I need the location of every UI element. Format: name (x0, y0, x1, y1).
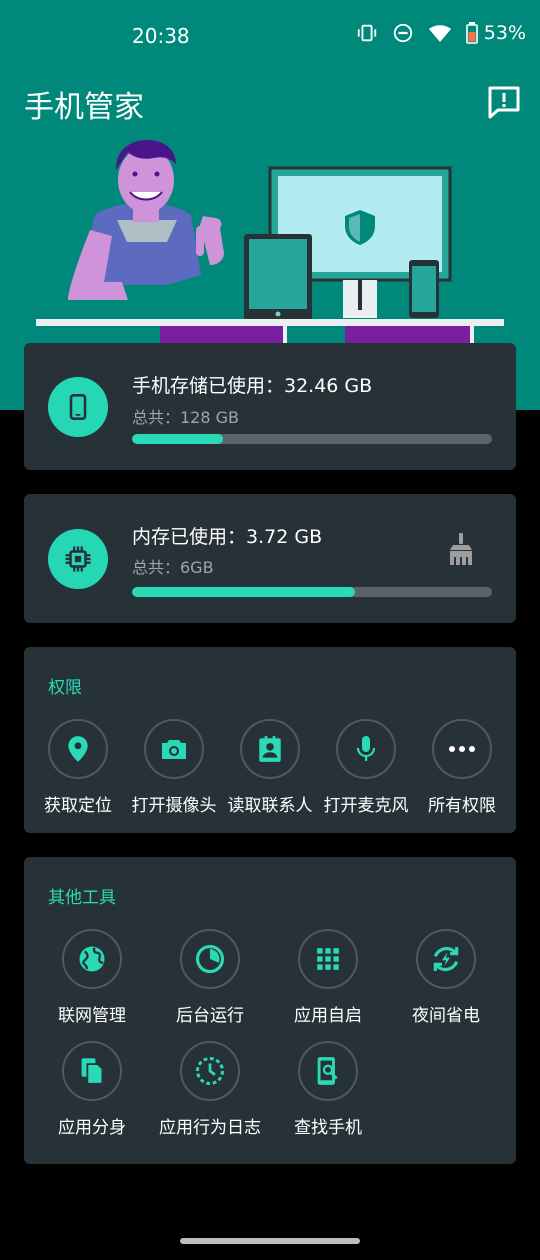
tools-title: 其他工具 (48, 888, 116, 908)
tool-network-ring (62, 929, 122, 989)
tool-find-phone[interactable]: 查找手机 (270, 1041, 386, 1138)
storage-used-title: 手机存储已使用：32.46 GB (132, 375, 373, 397)
phone-storage-icon (48, 377, 108, 437)
permission-label: 所有权限 (428, 796, 496, 816)
vibrate-icon (357, 24, 376, 42)
permission-label: 打开麦克风 (323, 796, 409, 816)
permission-all-ring (432, 719, 492, 779)
globe-icon (79, 946, 105, 972)
battery-percentage: 53% (483, 22, 526, 44)
memory-total: 总共：6GB (132, 558, 214, 577)
tool-label: 应用自启 (294, 1006, 362, 1026)
permission-location-ring (48, 719, 108, 779)
memory-used-title: 内存已使用：3.72 GB (132, 526, 323, 548)
tool-app-autostart[interactable]: 应用自启 (270, 929, 386, 1026)
tool-app-behavior-log[interactable]: 应用行为日志 (152, 1041, 268, 1138)
page-title: 手机管家 (24, 90, 144, 125)
tool-network-management[interactable]: 联网管理 (34, 929, 150, 1026)
permission-contacts-ring (240, 719, 300, 779)
broom-icon (450, 533, 472, 565)
tool-label: 联网管理 (58, 1006, 126, 1026)
permission-label: 读取联系人 (227, 796, 313, 816)
battery-icon (465, 22, 478, 44)
permissions-title: 权限 (48, 678, 82, 698)
permission-camera[interactable]: 打开摄像头 (124, 719, 224, 816)
storage-card[interactable]: 手机存储已使用：32.46 GB 总共：128 GB (24, 343, 516, 470)
permission-contacts[interactable]: 读取联系人 (220, 719, 320, 816)
wifi-icon (428, 25, 451, 42)
tool-app-clone[interactable]: 应用分身 (34, 1041, 150, 1138)
permission-microphone-ring (336, 719, 396, 779)
status-icons: 53% (356, 22, 526, 44)
status-bar: 20:38 53% (0, 0, 540, 72)
location-icon (68, 736, 88, 762)
other-tools-card: 其他工具 联网管理 后台运行 应用自启 夜间省电 应用分身 应用行为日志 查找手… (24, 857, 516, 1164)
storage-progress-fill (132, 434, 224, 444)
memory-card[interactable]: 内存已使用：3.72 GB 总共：6GB (24, 494, 516, 623)
tool-clone-ring (62, 1041, 122, 1101)
permission-location[interactable]: 获取定位 (24, 719, 132, 816)
tool-label: 应用分身 (58, 1118, 126, 1138)
camera-icon (162, 740, 186, 759)
permission-label: 打开摄像头 (131, 796, 217, 816)
tool-label: 夜间省电 (412, 1006, 480, 1026)
find-phone-icon (317, 1057, 338, 1085)
tool-background-running[interactable]: 后台运行 (152, 929, 268, 1026)
clean-memory-button[interactable] (440, 528, 482, 570)
tool-night-ring (416, 929, 476, 989)
feedback-icon (488, 86, 520, 119)
clock-icon (196, 1057, 224, 1085)
tool-label: 查找手机 (294, 1118, 362, 1138)
header-illustration (36, 140, 504, 345)
home-indicator[interactable] (180, 1238, 360, 1244)
permissions-card: 权限 获取定位 打开摄像头 读取联系人 打开麦克风 所有权限 (24, 647, 516, 833)
permission-label: 获取定位 (44, 796, 112, 816)
memory-chip-icon (48, 529, 108, 589)
tool-label: 后台运行 (176, 1006, 244, 1026)
status-time: 20:38 (132, 24, 190, 48)
contacts-icon (259, 736, 281, 762)
tool-label: 应用行为日志 (159, 1118, 261, 1138)
copy-icon (81, 1058, 104, 1085)
memory-progress-bar (132, 587, 492, 597)
tool-find-ring (298, 1041, 358, 1101)
permission-all[interactable]: 所有权限 (412, 719, 512, 816)
tool-background-ring (180, 929, 240, 989)
tool-night-power-saving[interactable]: 夜间省电 (388, 929, 504, 1026)
more-icon (449, 746, 475, 752)
tool-autostart-ring (298, 929, 358, 989)
microphone-icon (356, 736, 376, 761)
grid-icon (317, 948, 339, 970)
power-cycle-icon (433, 946, 459, 972)
tool-log-ring (180, 1041, 240, 1101)
memory-progress-fill (132, 587, 356, 597)
pie-icon (195, 944, 225, 974)
storage-total: 总共：128 GB (132, 408, 240, 427)
feedback-button[interactable] (486, 84, 522, 120)
permission-camera-ring (144, 719, 204, 779)
do-not-disturb-icon (393, 23, 412, 43)
permission-microphone[interactable]: 打开麦克风 (316, 719, 416, 816)
storage-progress-bar (132, 434, 492, 444)
